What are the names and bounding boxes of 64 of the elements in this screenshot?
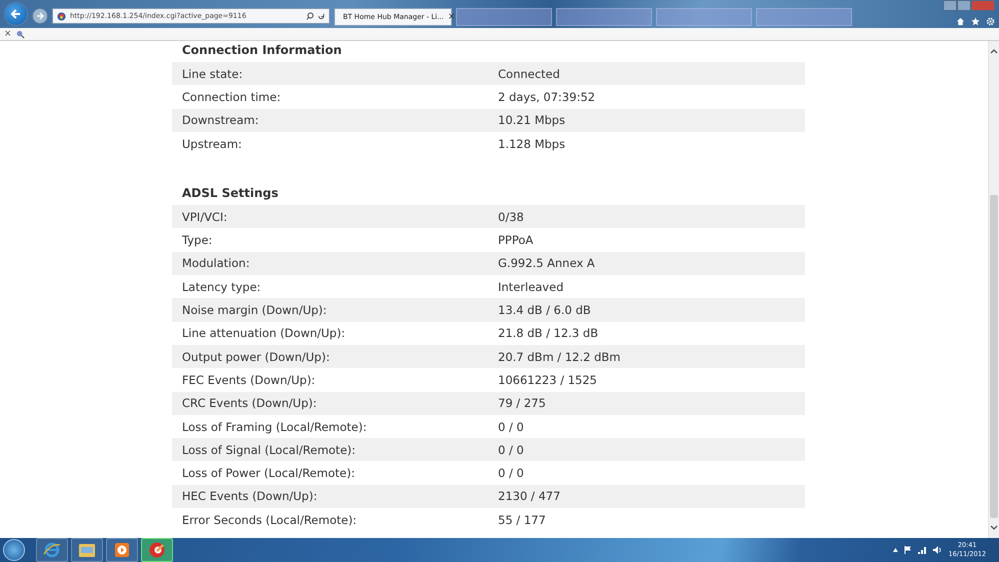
field-label: Type: [182, 233, 214, 248]
field-value: 1.128 Mbps [498, 136, 566, 151]
start-button[interactable] [3, 539, 25, 561]
section-title: ADSL Settings [181, 185, 280, 202]
field-value: 0 / 0 [498, 442, 525, 457]
field-value: 10.21 Mbps [498, 113, 566, 128]
field-label: Modulation: [182, 256, 251, 270]
field-value: 10661223 / 1525 [498, 372, 598, 387]
field-value: 21.8 dB / 12.3 dB [498, 326, 600, 340]
field-label: Connection time: [182, 90, 282, 104]
field-label: Noise margin (Down/Up): [182, 303, 328, 318]
field-label: CRC Events (Down/Up): [182, 396, 318, 410]
section-title: Connection Information [181, 42, 343, 59]
folder-icon [78, 542, 96, 558]
field-label: Upstream: [182, 136, 243, 151]
field-label: FEC Events (Down/Up): [182, 372, 316, 387]
browser-icon [43, 541, 61, 559]
caret-icon[interactable] [892, 548, 898, 552]
taskbar-app[interactable] [141, 538, 173, 562]
field-value: 0 / 0 [498, 420, 525, 434]
media-player-icon [115, 543, 129, 557]
signal-icon[interactable] [918, 546, 927, 554]
field-label: Loss of Power (Local/Remote): [182, 466, 356, 480]
field-value: 2 days, 07:39:52 [498, 90, 596, 104]
close-command[interactable]: × [4, 30, 12, 38]
scrollbar[interactable] [988, 41, 999, 538]
back-button[interactable] [4, 2, 28, 26]
scroll-thumb[interactable] [990, 195, 998, 518]
field-value: 0/38 [498, 210, 525, 224]
field-value: G.992.5 Annex A [498, 256, 596, 270]
field-value: 20.7 dBm / 12.2 dBm [498, 350, 622, 364]
field-label: Line attenuation (Down/Up): [182, 326, 346, 340]
scroll-down-icon[interactable] [990, 524, 998, 532]
search-icon[interactable] [306, 12, 314, 20]
field-label: VPI/VCI: [182, 210, 228, 224]
cleaner-app-icon [148, 541, 166, 559]
field-label: HEC Events (Down/Up): [182, 489, 318, 504]
field-label: Loss of Framing (Local/Remote): [182, 420, 368, 434]
home-icon[interactable] [956, 17, 965, 26]
speaker-icon[interactable] [932, 546, 942, 554]
refresh-icon[interactable] [318, 12, 325, 20]
flag-icon[interactable] [904, 546, 912, 554]
field-value: Connected [498, 66, 561, 81]
field-value: 13.4 dB / 6.0 dB [498, 303, 592, 318]
field-value: 55 / 177 [498, 512, 547, 527]
field-value: 2130 / 477 [498, 489, 562, 504]
scroll-up-icon[interactable] [990, 47, 998, 55]
field-label: Error Seconds (Local/Remote): [182, 512, 358, 527]
site-icon [57, 12, 66, 20]
field-label: Loss of Signal (Local/Remote): [182, 442, 356, 457]
field-label: Output power (Down/Up): [182, 350, 331, 364]
tool-icon[interactable] [16, 30, 25, 38]
star-icon[interactable] [971, 17, 980, 26]
forward-button[interactable] [32, 8, 48, 24]
back-arrow-icon [10, 8, 22, 20]
settings-icon[interactable] [986, 17, 995, 26]
forward-arrow-icon [36, 12, 44, 20]
field-label: Latency type: [182, 280, 262, 294]
field-value: PPPoA [498, 233, 534, 248]
field-value: 79 / 275 [498, 396, 547, 410]
field-label: Line state: [182, 66, 244, 81]
field-value: Interleaved [498, 280, 564, 294]
field-value: 0 / 0 [498, 466, 525, 480]
field-label: Downstream: [182, 113, 260, 128]
